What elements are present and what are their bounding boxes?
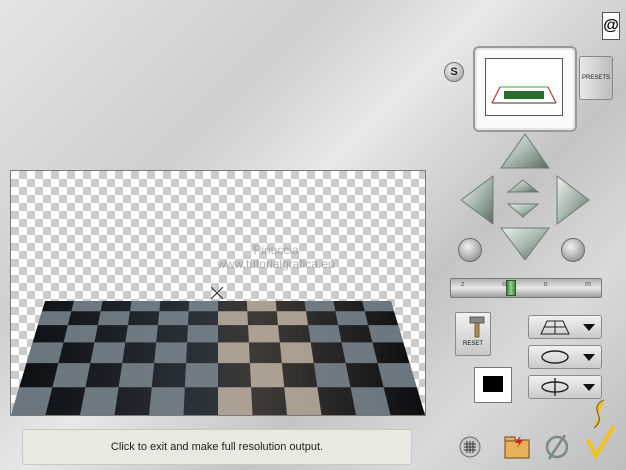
- floor-tile: [313, 363, 351, 388]
- small-arrow-down-icon[interactable]: [506, 203, 540, 218]
- floor-tile: [157, 311, 189, 326]
- floor-tile: [362, 301, 395, 312]
- floor-tile: [276, 311, 309, 326]
- floor-tile: [218, 311, 249, 326]
- floor-tile: [11, 387, 53, 415]
- grid-mode-button[interactable]: [528, 315, 602, 339]
- watermark-line1: Pinuccia: [253, 243, 299, 257]
- floor-tile: [149, 387, 185, 415]
- preset-thumbnail: [485, 58, 563, 116]
- open-folder-icon[interactable]: [503, 432, 531, 460]
- floor-tile: [187, 325, 218, 343]
- floor-tile: [377, 363, 417, 388]
- grid-mode-icon: [540, 320, 570, 335]
- plugin-logo-icon[interactable]: @: [602, 12, 620, 40]
- watermark-line2: www.tutorialgrafica.eu: [217, 257, 335, 271]
- floor-tile: [184, 363, 218, 388]
- floor-tile: [118, 363, 155, 388]
- chevron-down-icon: [583, 384, 595, 391]
- floor-tile: [246, 301, 277, 312]
- s-button[interactable]: S: [444, 62, 464, 82]
- color-swatch[interactable]: [474, 367, 512, 403]
- preset-preview[interactable]: [473, 46, 577, 132]
- floor-tile: [97, 311, 130, 326]
- reset-button[interactable]: RESET: [455, 312, 491, 356]
- floor-tile: [304, 301, 336, 312]
- floor-tile: [37, 311, 72, 326]
- floor-tile: [335, 311, 369, 326]
- presets-label: PRESETS: [581, 75, 610, 81]
- rotate-mode-icon: [541, 350, 569, 364]
- floor-tile: [26, 342, 64, 364]
- zoom-slider[interactable]: z o o m: [450, 278, 602, 298]
- small-arrow-up-icon[interactable]: [506, 179, 540, 193]
- chevron-down-icon: [583, 324, 595, 331]
- presets-button[interactable]: PRESETS: [579, 56, 613, 100]
- zoom-tick-labels: z o o m: [461, 281, 591, 288]
- arrow-down-icon[interactable]: [500, 227, 550, 260]
- floor-tile: [218, 342, 250, 364]
- color-swatch-fill: [483, 376, 503, 392]
- crosshair-icon: [211, 287, 223, 299]
- ok-checkmark-icon[interactable]: [584, 396, 618, 462]
- floor-tile: [218, 387, 253, 415]
- arrow-right-icon[interactable]: [556, 175, 590, 225]
- arrow-left-icon[interactable]: [460, 175, 494, 225]
- floor-tile: [279, 342, 314, 364]
- spin-mode-icon: [541, 378, 569, 396]
- floor-tile: [71, 301, 103, 312]
- rotate-left-button[interactable]: [458, 238, 482, 262]
- floor-tile: [63, 325, 98, 343]
- floor-tile: [341, 342, 378, 364]
- floor-tile: [129, 301, 161, 312]
- status-bar: Click to exit and make full resolution o…: [22, 429, 412, 465]
- floor-tile: [125, 325, 158, 343]
- reset-label: RESET: [462, 341, 483, 347]
- floor-tile: [154, 342, 188, 364]
- preview-canvas[interactable]: Pinuccia www.tutorialgrafica.eu: [10, 170, 426, 416]
- floor-tile: [90, 342, 126, 364]
- floor-tile: [350, 387, 391, 415]
- floor-tile: [308, 325, 342, 343]
- chevron-down-icon: [583, 354, 595, 361]
- floor-tile: [188, 301, 218, 312]
- rotate-right-button[interactable]: [561, 238, 585, 262]
- watermark: Pinuccia www.tutorialgrafica.eu: [176, 243, 376, 271]
- floor-tile: [368, 325, 404, 343]
- floor-tile: [80, 387, 119, 415]
- floor-tile: [52, 363, 91, 388]
- cancel-icon[interactable]: [543, 432, 571, 462]
- rotate-mode-button[interactable]: [528, 345, 602, 369]
- floor-tile: [249, 363, 285, 388]
- grid-toggle-icon[interactable]: [459, 436, 481, 458]
- floor-tile: [248, 325, 280, 343]
- hammer-icon: [469, 316, 485, 338]
- zoom-thumb[interactable]: [506, 280, 516, 296]
- floor-tile: [284, 387, 322, 415]
- arrow-up-icon[interactable]: [500, 133, 550, 169]
